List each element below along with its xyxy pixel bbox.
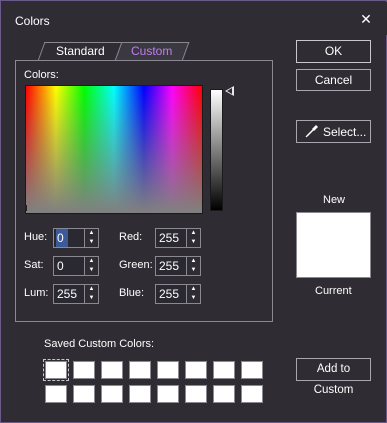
saved-color-cell[interactable] bbox=[73, 361, 95, 379]
hue-spin: ▲ ▼ bbox=[84, 229, 98, 247]
blue-stepper: ▲ ▼ bbox=[155, 284, 201, 304]
sat-label: Sat: bbox=[24, 259, 44, 271]
lum-label: Lum: bbox=[24, 287, 49, 299]
blue-input[interactable] bbox=[156, 285, 182, 303]
colors-label: Colors: bbox=[24, 69, 59, 81]
chevron-up-icon[interactable]: ▲ bbox=[85, 285, 98, 294]
hue-label: Hue: bbox=[24, 231, 48, 243]
chevron-up-icon[interactable]: ▲ bbox=[85, 257, 98, 266]
cancel-button[interactable]: Cancel bbox=[296, 69, 371, 91]
lum-input[interactable] bbox=[54, 285, 80, 303]
saved-custom-colors-grid bbox=[43, 359, 265, 407]
triangle-pointer-icon[interactable] bbox=[225, 86, 234, 96]
saved-custom-colors-label: Saved Custom Colors: bbox=[44, 338, 155, 350]
saved-color-cell[interactable] bbox=[185, 361, 207, 379]
chevron-down-icon[interactable]: ▼ bbox=[187, 238, 200, 247]
sat-spin: ▲ ▼ bbox=[84, 257, 98, 275]
hue-input[interactable] bbox=[56, 229, 68, 247]
chevron-down-icon[interactable]: ▼ bbox=[85, 238, 98, 247]
red-spin: ▲ ▼ bbox=[186, 229, 200, 247]
saved-color-cell[interactable] bbox=[241, 385, 263, 403]
tab-custom[interactable]: Custom bbox=[114, 42, 190, 61]
sat-input[interactable] bbox=[54, 257, 80, 275]
luminance-slider[interactable] bbox=[210, 89, 223, 211]
title-bar: Colors ✕ bbox=[2, 2, 387, 35]
blue-spin: ▲ ▼ bbox=[186, 285, 200, 303]
ok-button[interactable]: OK bbox=[296, 40, 371, 63]
red-label: Red: bbox=[119, 231, 143, 243]
saved-color-cell[interactable] bbox=[213, 361, 235, 379]
chevron-up-icon[interactable]: ▲ bbox=[187, 257, 200, 266]
green-stepper: ▲ ▼ bbox=[155, 256, 201, 276]
tab-standard[interactable]: Standard bbox=[37, 42, 123, 61]
color-spectrum[interactable] bbox=[25, 85, 203, 214]
hue-stepper: ▲ ▼ bbox=[53, 228, 99, 248]
saved-color-cell[interactable] bbox=[73, 385, 95, 403]
select-button-label: Select... bbox=[323, 125, 367, 139]
tab-custom-label: Custom bbox=[131, 44, 173, 58]
saved-color-cell[interactable] bbox=[157, 361, 179, 379]
sat-stepper: ▲ ▼ bbox=[53, 256, 99, 276]
saved-color-cell[interactable] bbox=[129, 385, 151, 403]
chevron-up-icon[interactable]: ▲ bbox=[85, 229, 98, 238]
green-spin: ▲ ▼ bbox=[186, 257, 200, 275]
chevron-up-icon[interactable]: ▲ bbox=[187, 285, 200, 294]
close-icon[interactable]: ✕ bbox=[358, 11, 374, 27]
saved-color-cell[interactable] bbox=[185, 385, 207, 403]
window-title: Colors bbox=[15, 14, 50, 28]
saved-color-cell[interactable] bbox=[45, 385, 67, 403]
new-label: New bbox=[323, 194, 346, 206]
saved-color-cell[interactable] bbox=[129, 361, 151, 379]
saved-color-cell[interactable] bbox=[101, 361, 123, 379]
green-label: Green: bbox=[119, 259, 153, 271]
chevron-down-icon[interactable]: ▼ bbox=[85, 266, 98, 275]
colors-dialog: Colors ✕ Standard Custom Colors: Hue: ▲ … bbox=[0, 0, 387, 423]
chevron-down-icon[interactable]: ▼ bbox=[187, 294, 200, 303]
saved-color-cell[interactable] bbox=[213, 385, 235, 403]
blue-label: Blue: bbox=[119, 287, 145, 299]
saved-color-cell[interactable] bbox=[101, 385, 123, 403]
saved-color-cell[interactable] bbox=[43, 359, 69, 381]
current-label: Current bbox=[315, 285, 352, 297]
red-stepper: ▲ ▼ bbox=[155, 228, 201, 248]
chevron-up-icon[interactable]: ▲ bbox=[187, 229, 200, 238]
saved-color-cell[interactable] bbox=[157, 385, 179, 403]
new-color-swatch bbox=[296, 212, 371, 278]
chevron-down-icon[interactable]: ▼ bbox=[187, 266, 200, 275]
spectrum-cursor bbox=[25, 205, 27, 211]
eyedropper-icon bbox=[305, 125, 318, 138]
saved-color-cell[interactable] bbox=[241, 361, 263, 379]
tab-standard-label: Standard bbox=[55, 44, 105, 58]
add-to-custom-button[interactable]: Add to Custom bbox=[296, 358, 371, 396]
chevron-down-icon[interactable]: ▼ bbox=[85, 294, 98, 303]
lum-stepper: ▲ ▼ bbox=[53, 284, 99, 304]
lum-spin: ▲ ▼ bbox=[84, 285, 98, 303]
green-input[interactable] bbox=[156, 257, 182, 275]
red-input[interactable] bbox=[156, 229, 182, 247]
